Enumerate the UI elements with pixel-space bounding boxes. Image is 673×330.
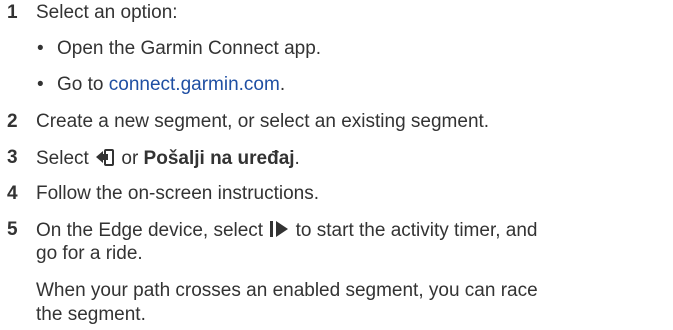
step-number: 4 [7,183,18,204]
step-text-part1: On the Edge device, select [36,220,264,241]
send-to-device-label: Pošalji na uređaj [143,148,295,169]
option-text: Go to connect.garmin.com. [57,74,285,96]
step-suffix: . [294,148,300,169]
instruction-document: 1 Select an option: • Open the Garmin Co… [0,0,673,330]
step-number: 3 [7,147,18,168]
option-prefix: Go to [57,74,109,95]
bullet: • [37,38,44,59]
option-text: Open the Garmin Connect app. [57,38,322,59]
send-to-device-icon [96,149,115,166]
step-number: 2 [7,111,18,132]
bullet: • [37,74,44,95]
step-text: Select an option: [36,2,178,23]
option-suffix: . [279,74,286,95]
step-number: 5 [7,219,18,240]
step-text: Create a new segment, or select an exist… [36,111,490,132]
start-timer-icon [270,221,289,237]
step-text: Select or Pošalji na uređaj. [36,147,300,170]
step-middle: or [116,148,144,169]
step-number: 1 [7,2,18,23]
step-prefix: Select [36,148,89,169]
step-text: Follow the on-screen instructions. [36,183,320,204]
step-text-continued: go for a ride. [36,243,143,264]
note-text: When your path crosses an enabled segmen… [36,280,538,301]
step-text-part2: to start the activity timer, and [295,220,538,241]
connect-link[interactable]: connect.garmin.com [109,74,280,95]
step-text: On the Edge device, select to start the … [36,219,537,242]
note-text-continued: the segment. [36,304,146,325]
